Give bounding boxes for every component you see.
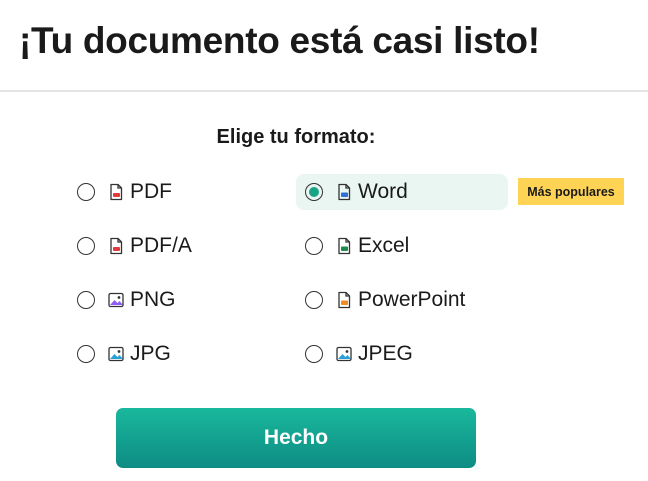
option-excel[interactable]: Excel [296, 228, 508, 264]
option-pdfa[interactable]: PDF/A [68, 228, 258, 264]
option-word[interactable]: Word [296, 174, 508, 210]
radio-button[interactable] [77, 183, 95, 201]
powerpoint-file-icon [336, 291, 352, 309]
option-label: PDF [130, 180, 172, 203]
format-heading: Elige tu formato: [216, 126, 376, 148]
radio-button[interactable] [305, 237, 323, 255]
image-icon [336, 345, 352, 363]
popular-badge: Más populares [518, 178, 624, 205]
option-label: PowerPoint [358, 288, 466, 311]
radio-button[interactable] [77, 345, 95, 363]
option-label: Excel [358, 234, 410, 257]
option-png[interactable]: PNG [68, 282, 258, 318]
radio-button-checked[interactable] [305, 183, 323, 201]
option-label: Word [358, 180, 408, 203]
radio-button[interactable] [77, 291, 95, 309]
done-button[interactable]: Hecho [116, 408, 476, 468]
image-icon [108, 291, 124, 309]
radio-button[interactable] [305, 345, 323, 363]
radio-dot [309, 187, 319, 197]
excel-file-icon [336, 237, 352, 255]
image-icon [108, 345, 124, 363]
radio-button[interactable] [305, 291, 323, 309]
page-header: ¡Tu documento está casi listo! [0, 0, 648, 92]
pdf-file-icon [108, 237, 124, 255]
option-pdf[interactable]: PDF [68, 174, 258, 210]
word-file-icon [336, 183, 352, 201]
option-label: JPEG [358, 342, 413, 365]
option-jpg[interactable]: JPG [68, 336, 258, 372]
pdf-file-icon [108, 183, 124, 201]
radio-button[interactable] [77, 237, 95, 255]
option-label: JPG [130, 342, 171, 365]
option-label: PNG [130, 288, 176, 311]
page-title: ¡Tu documento está casi listo! [19, 20, 540, 61]
option-jpeg[interactable]: JPEG [296, 336, 508, 372]
option-label: PDF/A [130, 234, 192, 257]
option-powerpoint[interactable]: PowerPoint [296, 282, 508, 318]
